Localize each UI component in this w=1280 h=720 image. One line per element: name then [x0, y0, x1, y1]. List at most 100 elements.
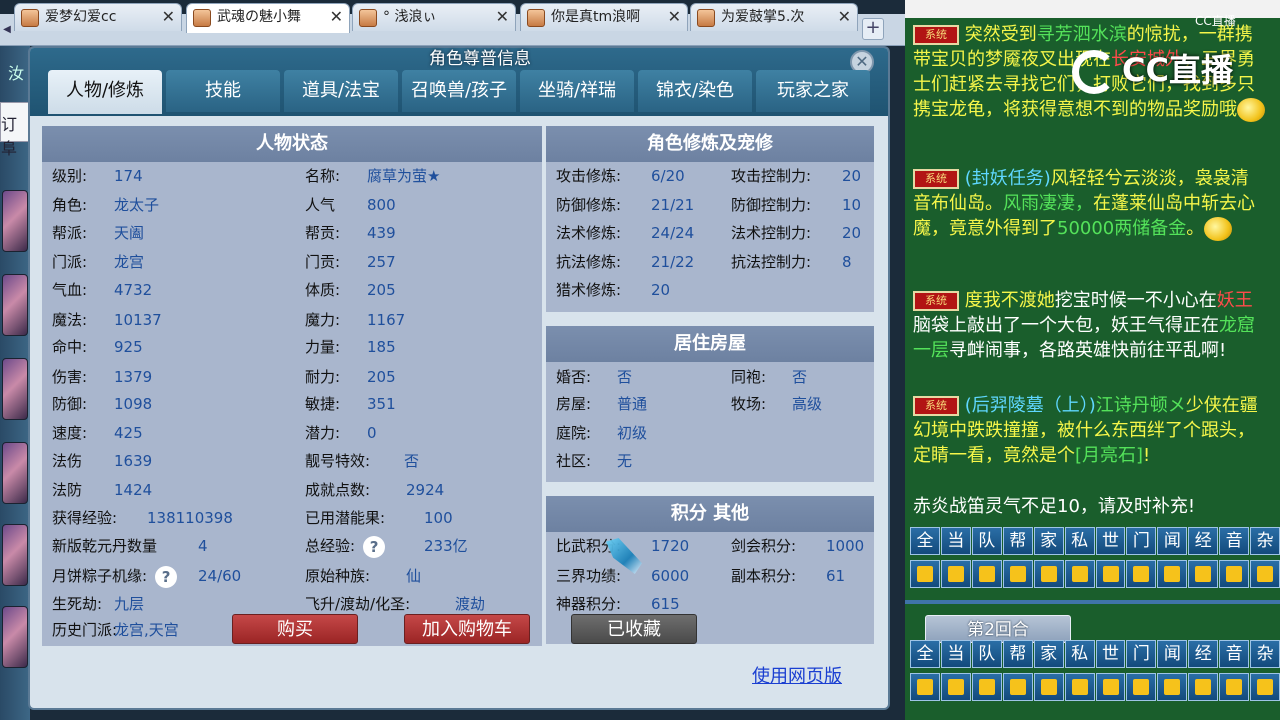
avatar[interactable]: [2, 524, 28, 586]
stat-row: 气血:: [52, 276, 87, 304]
channel-voice[interactable]: 音: [1219, 640, 1250, 668]
channel-misc[interactable]: 杂: [1250, 640, 1280, 668]
avatar[interactable]: [2, 442, 28, 504]
new-tab-button[interactable]: +: [862, 18, 884, 40]
close-tab-icon[interactable]: ✕: [162, 4, 175, 30]
stat-label: 法术修炼:: [556, 224, 622, 242]
channel-private[interactable]: 私: [1064, 640, 1095, 668]
stat-row: 法防: [52, 476, 82, 504]
channel-news[interactable]: 闻: [1157, 527, 1188, 555]
side-input[interactable]: 订阜: [0, 102, 30, 158]
stat-row: 24/24: [651, 219, 694, 247]
buy-button[interactable]: 购买: [232, 614, 358, 644]
channel-team[interactable]: 队: [971, 527, 1002, 555]
channel-world[interactable]: 世: [1095, 640, 1126, 668]
clear-icon[interactable]: [1033, 560, 1064, 588]
close-tab-icon[interactable]: ✕: [838, 4, 851, 30]
dropdown-icon[interactable]: [1250, 673, 1280, 701]
bubble-icon[interactable]: [1188, 673, 1219, 701]
arrow-left-icon[interactable]: [910, 560, 940, 588]
channel-all[interactable]: 全: [910, 527, 940, 555]
avatar[interactable]: [2, 606, 28, 668]
msg-task: (后羿陵墓（上）): [964, 395, 1096, 416]
collected-button[interactable]: 已收藏: [571, 614, 697, 644]
stat-row: 法术控制力:: [731, 219, 811, 247]
web-version-link[interactable]: 使用网页版: [752, 662, 842, 688]
arrow-up-icon[interactable]: [940, 673, 971, 701]
clear-icon[interactable]: [1033, 673, 1064, 701]
tab-items[interactable]: 道具/法宝: [284, 70, 398, 112]
browser-tab[interactable]: ° 浅浪ぃ ✕: [352, 3, 516, 31]
channel-exp[interactable]: 经: [1188, 640, 1219, 668]
channel-news[interactable]: 闻: [1157, 640, 1188, 668]
search-icon[interactable]: [1002, 560, 1033, 588]
dialog-title: 角色尊普信息: [429, 49, 531, 69]
add-icon[interactable]: [1219, 560, 1250, 588]
stat-label: 法伤: [52, 452, 83, 470]
close-tab-icon[interactable]: ✕: [330, 4, 343, 30]
tab-outfits[interactable]: 锦衣/染色: [638, 70, 752, 112]
stat-row: 抗法控制力:: [731, 248, 811, 276]
browser-tab-active[interactable]: 武魂の魅小舞 ✕: [186, 3, 350, 33]
lock-icon[interactable]: [1095, 560, 1126, 588]
stat-label: 速度:: [52, 424, 88, 442]
tab-skills[interactable]: 技能: [166, 70, 280, 112]
channel-sect[interactable]: 门: [1126, 640, 1157, 668]
dropdown-icon[interactable]: [1250, 560, 1280, 588]
round-label: 第2回合: [925, 615, 1071, 643]
bubble-icon[interactable]: [1188, 560, 1219, 588]
channel-family[interactable]: 家: [1033, 640, 1064, 668]
arrow-down-icon[interactable]: [971, 673, 1002, 701]
help-icon[interactable]: ?: [155, 565, 178, 588]
folder-icon[interactable]: [1157, 673, 1188, 701]
arrow-down-icon[interactable]: [971, 560, 1002, 588]
close-tab-icon[interactable]: ✕: [668, 4, 681, 30]
channel-current[interactable]: 当: [940, 527, 971, 555]
arrow-up-icon[interactable]: [940, 560, 971, 588]
channel-guild[interactable]: 帮: [1002, 527, 1033, 555]
close-tab-icon[interactable]: ✕: [496, 4, 509, 30]
channel-private[interactable]: 私: [1064, 527, 1095, 555]
channel-guild[interactable]: 帮: [1002, 640, 1033, 668]
tab-mounts[interactable]: 坐骑/祥瑞: [520, 70, 634, 112]
channel-world[interactable]: 世: [1095, 527, 1126, 555]
browser-tab[interactable]: 爱梦幻爱cc ✕: [14, 3, 182, 31]
broom-icon[interactable]: [1126, 560, 1157, 588]
stat-label: 攻击修炼:: [556, 167, 622, 185]
browser-tab[interactable]: 你是真tm浪啊 ✕: [520, 3, 688, 31]
search-icon[interactable]: [1002, 673, 1033, 701]
filter-icon[interactable]: [1064, 560, 1095, 588]
channel-exp[interactable]: 经: [1188, 527, 1219, 555]
channel-current[interactable]: 当: [940, 640, 971, 668]
lock-icon[interactable]: [1095, 673, 1126, 701]
channel-all[interactable]: 全: [910, 640, 940, 668]
stat-row: 魔力:: [305, 306, 340, 334]
add-icon[interactable]: [1219, 673, 1250, 701]
filter-icon[interactable]: [1064, 673, 1095, 701]
tab-character[interactable]: 人物/修炼: [48, 70, 162, 114]
avatar[interactable]: [2, 190, 28, 252]
channel-voice[interactable]: 音: [1219, 527, 1250, 555]
channel-family[interactable]: 家: [1033, 527, 1064, 555]
stat-row: 10137: [114, 306, 162, 334]
tab-title: 为爱鼓掌5.次: [721, 9, 805, 25]
broom-icon[interactable]: [1126, 673, 1157, 701]
stat-label: 获得经验:: [52, 509, 118, 527]
channel-sect[interactable]: 门: [1126, 527, 1157, 555]
stat-value: 2924: [406, 481, 445, 499]
arrow-left-icon[interactable]: [910, 673, 940, 701]
chat-message: 系统 度我不渡她挖宝时候一不小心在妖王脑袋上敲出了一个大包，妖王气得正在龙窟一层…: [913, 288, 1265, 363]
folder-icon[interactable]: [1157, 560, 1188, 588]
tab-pets[interactable]: 召唤兽/孩子: [402, 70, 516, 112]
avatar[interactable]: [2, 358, 28, 420]
avatar[interactable]: [2, 274, 28, 336]
stat-row: 名称:: [305, 162, 340, 190]
tab-player-home[interactable]: 玩家之家: [756, 70, 870, 112]
help-icon[interactable]: ?: [363, 535, 386, 558]
channel-team[interactable]: 队: [971, 640, 1002, 668]
stat-label: 原始种族:: [305, 567, 371, 585]
tab-scroll-left-icon[interactable]: ◀: [0, 20, 14, 40]
browser-tab[interactable]: 为爱鼓掌5.次 ✕: [690, 3, 858, 31]
add-to-cart-button[interactable]: 加入购物车: [404, 614, 530, 644]
channel-misc[interactable]: 杂: [1250, 527, 1280, 555]
